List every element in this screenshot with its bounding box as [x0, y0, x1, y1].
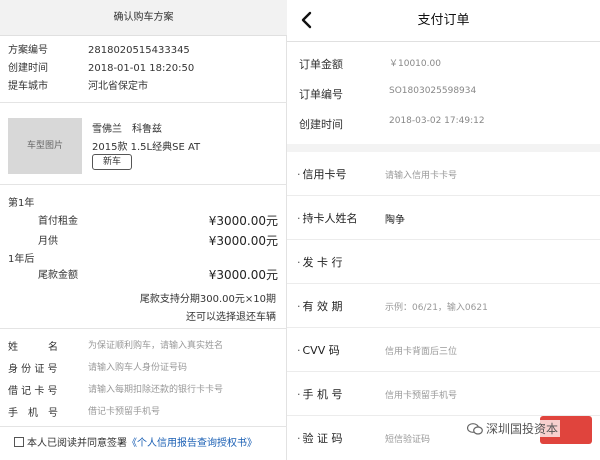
return-note: 还可以选择退还车辆: [186, 312, 276, 323]
divider: [0, 184, 287, 185]
info-value: 河北省保定市: [88, 81, 148, 92]
field-label: 姓 名: [8, 342, 58, 353]
agree-checkbox[interactable]: [14, 437, 24, 447]
field-label: 手 机 号: [8, 408, 58, 419]
order-amount: ￥10010.00: [389, 59, 441, 69]
field-label: · 手 机 号: [297, 388, 343, 401]
phone-row[interactable]: · 手 机 号 信用卡预留手机号: [287, 372, 600, 416]
car-brand: 雪佛兰 科鲁兹: [92, 124, 162, 135]
field-label: · 信用卡号: [297, 168, 347, 181]
section-gap: [287, 144, 600, 152]
phone-input[interactable]: 信用卡预留手机号: [385, 388, 457, 401]
final-payment-label: 尾款金额: [38, 270, 78, 281]
debit-card-input[interactable]: 请输入每期扣除还款的银行卡卡号: [88, 382, 223, 395]
field-label: · CVV 码: [297, 344, 340, 357]
info-value: 2818020515433345: [88, 45, 190, 56]
car-plan-panel: 确认购车方案 方案编号 2818020515433345 创建时间 2018-0…: [0, 0, 287, 460]
name-field[interactable]: 姓 名 为保证顺利购车，请输入真实姓名: [8, 338, 283, 354]
field-label: · 有 效 期: [297, 300, 343, 313]
divider: [0, 102, 287, 103]
order-time-row: 创建时间 2018-03-02 17:49:12: [299, 116, 594, 134]
info-label: 方案编号: [8, 45, 48, 56]
cvv-input[interactable]: 信用卡背面后三位: [385, 344, 457, 357]
id-number-field[interactable]: 身 份 证 号 请输入购车人身份证号码: [8, 360, 283, 376]
order-time: 2018-03-02 17:49:12: [389, 116, 485, 126]
order-label: 订单金额: [299, 58, 343, 71]
monthly-row: 月供 ¥3000.00元: [30, 232, 278, 248]
order-number: SO1803025598934: [389, 86, 477, 96]
plan-title: 确认购车方案: [0, 0, 287, 36]
monthly-value: ¥3000.00元: [208, 234, 278, 248]
agreement-row: 本人已阅读并同意签署《个人信用报告查询授权书》: [14, 434, 257, 449]
id-number-input[interactable]: 请输入购车人身份证号码: [88, 360, 187, 373]
order-amount-row: 订单金额 ￥10010.00: [299, 56, 594, 74]
verification-code-input[interactable]: 短信验证码: [385, 432, 430, 445]
authorization-link[interactable]: 《个人信用报告查询授权书》: [127, 438, 257, 449]
info-label: 提车城市: [8, 81, 48, 92]
credit-card-row[interactable]: · 信用卡号 请输入信用卡卡号: [287, 152, 600, 196]
field-label: · 持卡人姓名: [297, 212, 358, 225]
info-label: 创建时间: [8, 63, 48, 74]
issuing-bank-row[interactable]: · 发 卡 行: [287, 240, 600, 284]
down-payment-label: 首付租金: [38, 216, 78, 227]
name-input[interactable]: 为保证顺利购车，请输入真实姓名: [88, 338, 223, 351]
order-number-row: 订单编号 SO1803025598934: [299, 86, 594, 104]
first-year-label: 第1年: [8, 198, 35, 209]
new-car-tag: 新车: [92, 154, 132, 170]
down-payment-row: 首付租金 ¥3000.00元: [30, 212, 278, 228]
after-year-label: 1年后: [8, 254, 35, 265]
agree-text: 本人已阅读并同意签署: [27, 438, 127, 449]
payment-order-panel: 支付订单 订单金额 ￥10010.00 订单编号 SO1803025598934…: [287, 0, 600, 460]
cardholder-row[interactable]: · 持卡人姓名 陶争: [287, 196, 600, 240]
divider: [0, 426, 287, 427]
cardholder-input[interactable]: 陶争: [385, 211, 405, 226]
watermark-text: 深圳国投资本: [486, 422, 559, 436]
phone-field[interactable]: 手 机 号 借记卡预留手机号: [8, 404, 283, 420]
info-value: 2018-01-01 18:20:50: [88, 63, 195, 74]
phone-input[interactable]: 借记卡预留手机号: [88, 404, 160, 417]
order-label: 订单编号: [299, 88, 343, 101]
field-label: 身 份 证 号: [8, 364, 58, 375]
page-title: 支付订单: [417, 13, 470, 28]
cvv-row[interactable]: · CVV 码 信用卡背面后三位: [287, 328, 600, 372]
watermark: 深圳国投资本: [465, 420, 561, 437]
expiry-input[interactable]: 示例：06/21，输入0621: [385, 300, 488, 313]
monthly-label: 月供: [38, 236, 58, 247]
down-payment-value: ¥3000.00元: [208, 214, 278, 228]
chevron-left-icon[interactable]: [295, 8, 319, 32]
field-label: · 验 证 码: [297, 432, 343, 445]
field-label: 借 记 卡 号: [8, 386, 58, 397]
field-label: · 发 卡 行: [297, 256, 343, 269]
expiry-row[interactable]: · 有 效 期 示例：06/21，输入0621: [287, 284, 600, 328]
car-model: 2015款 1.5L经典SE AT: [92, 142, 201, 153]
order-label: 创建时间: [299, 118, 343, 131]
installment-note: 尾款支持分期300.00元×10期: [139, 294, 276, 305]
final-payment-value: ¥3000.00元: [208, 268, 278, 282]
car-image: 车型图片: [8, 118, 82, 174]
final-payment-row: 尾款金额 ¥3000.00元: [30, 266, 278, 282]
debit-card-field[interactable]: 借 记 卡 号 请输入每期扣除还款的银行卡卡号: [8, 382, 283, 398]
divider: [0, 328, 287, 329]
wechat-icon: [466, 423, 483, 435]
header: 支付订单: [287, 0, 600, 42]
credit-card-input[interactable]: 请输入信用卡卡号: [385, 168, 457, 181]
